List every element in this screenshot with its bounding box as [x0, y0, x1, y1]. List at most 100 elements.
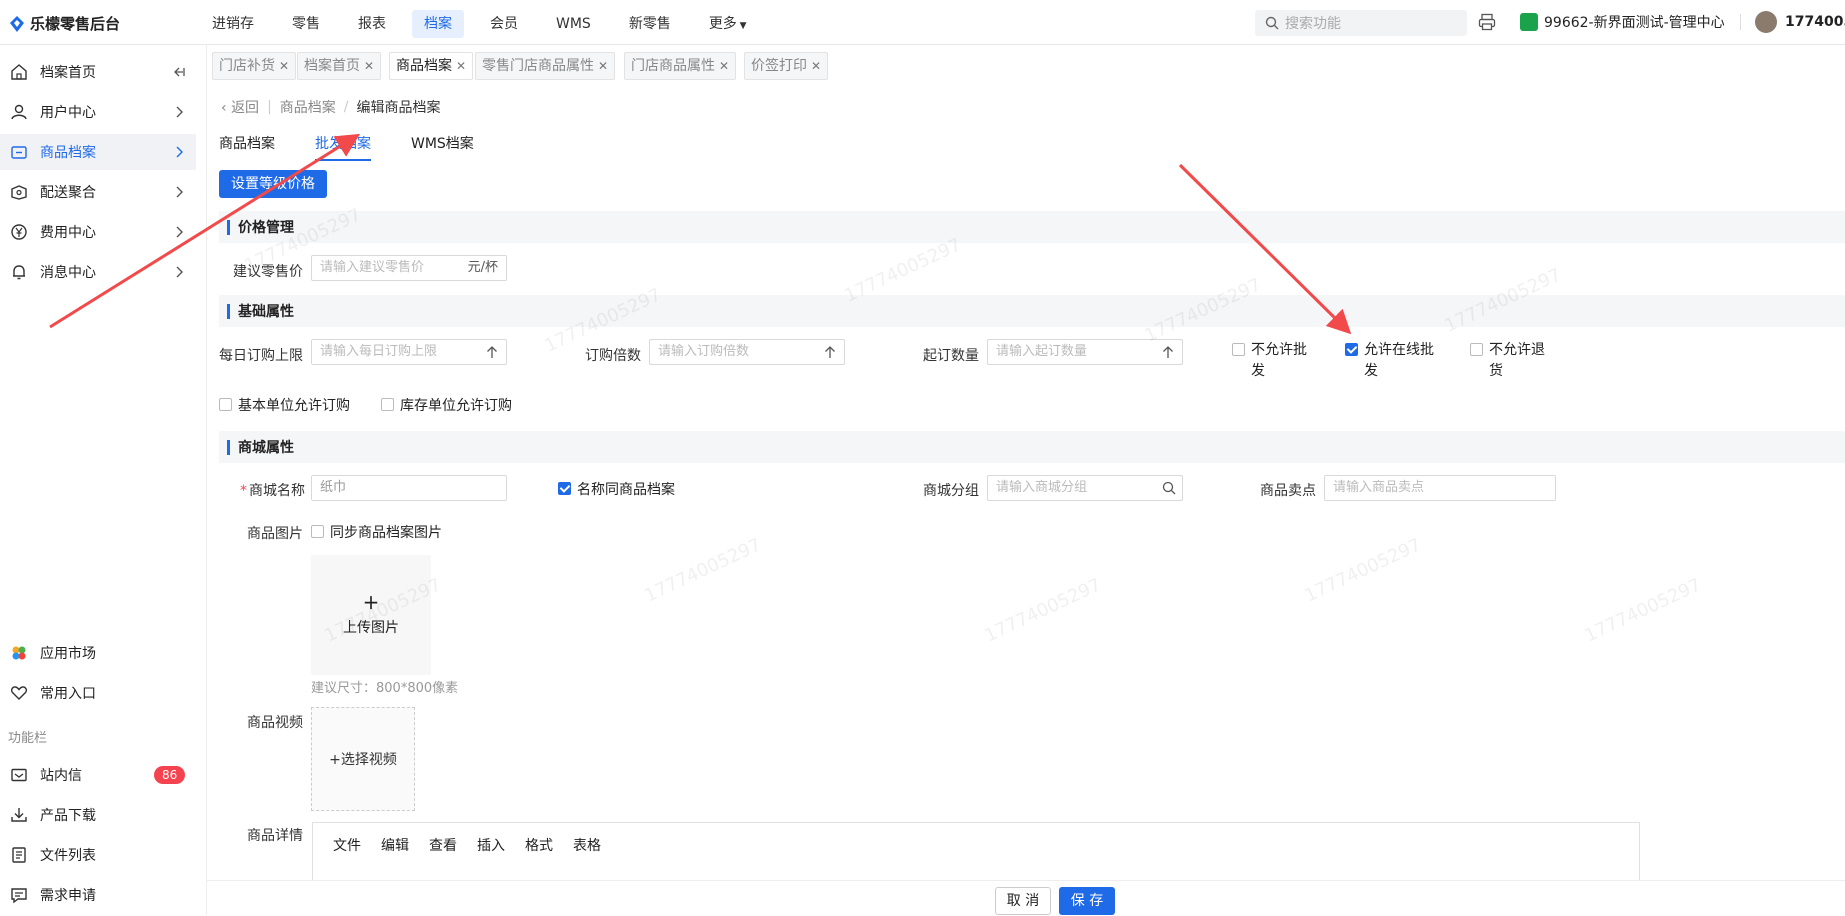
app-market-icon: [12, 646, 26, 660]
store-switcher[interactable]: 99662-新界面测试-管理中心: [1520, 12, 1725, 32]
min-qty-input[interactable]: 请输入起订数量: [987, 339, 1183, 365]
save-button[interactable]: 保 存: [1059, 887, 1115, 915]
editor-menu-view[interactable]: 查看: [429, 835, 457, 855]
nav-item-inventory[interactable]: 进销存: [200, 10, 266, 38]
editor-menu-insert[interactable]: 插入: [477, 835, 505, 855]
sidebar-item-download[interactable]: 产品下载: [0, 797, 196, 833]
breadcrumb-parent[interactable]: 商品档案: [280, 97, 336, 117]
rich-text-editor[interactable]: 文件 编辑 查看 插入 格式 表格: [312, 822, 1640, 883]
download-icon: [11, 808, 27, 822]
editor-menu-file[interactable]: 文件: [333, 835, 361, 855]
upload-image-button[interactable]: + 上传图片: [311, 555, 431, 675]
logo-text: 乐檬零售后台: [30, 15, 121, 33]
sidebar-item-expense[interactable]: 费用中心: [0, 214, 196, 250]
sidebar-item-inbox[interactable]: 站内信 86: [0, 757, 196, 793]
order-multiple-input[interactable]: 请输入订购倍数: [649, 339, 845, 365]
sidebar-item-label: 消息中心: [40, 265, 96, 281]
nav-item-member[interactable]: 会员: [478, 10, 530, 38]
nav-item-wms[interactable]: WMS: [544, 10, 603, 38]
collapse-sidebar-icon[interactable]: [172, 65, 186, 79]
nav-more-label: 更多: [708, 16, 737, 32]
same-name-checkbox[interactable]: 名称同商品档案: [558, 479, 675, 499]
yen-icon: [11, 224, 27, 240]
plus-icon: +: [362, 590, 380, 614]
nav-item-reports[interactable]: 报表: [346, 10, 398, 38]
cancel-button[interactable]: 取 消: [995, 887, 1051, 915]
search-icon: [1162, 481, 1176, 495]
close-icon[interactable]: ✕: [811, 59, 821, 73]
suggested-price-input[interactable]: 请输入建议零售价 元/杯: [311, 255, 507, 281]
close-icon[interactable]: ✕: [279, 59, 289, 73]
order-multiple-label: 订购倍数: [585, 348, 641, 364]
sidebar-item-app-market[interactable]: 应用市场: [0, 635, 196, 671]
page-tab-product-archive[interactable]: 商品档案 ✕: [389, 52, 474, 80]
tab-label: 门店补货: [219, 58, 275, 74]
nav-item-retail[interactable]: 零售: [280, 10, 332, 38]
chevron-left-icon: ‹: [221, 100, 232, 116]
sync-image-checkbox[interactable]: 同步商品档案图片: [311, 522, 442, 542]
mall-name-input[interactable]: 纸巾: [311, 475, 507, 501]
user-icon: [11, 104, 27, 120]
subtab-wms-archive[interactable]: WMS档案: [411, 133, 474, 161]
sidebar-item-request[interactable]: 需求申请: [0, 877, 196, 913]
page-tab-archive-home[interactable]: 档案首页 ✕: [297, 52, 382, 80]
main-nav: 进销存 零售 报表 档案 会员 WMS 新零售 更多 ▼: [200, 10, 759, 38]
close-icon[interactable]: ✕: [456, 59, 466, 73]
request-icon: [11, 888, 27, 904]
nav-item-new-retail[interactable]: 新零售: [617, 10, 683, 38]
sidebar-item-product-archive[interactable]: 商品档案: [0, 134, 196, 170]
select-video-button[interactable]: +选择视频: [311, 707, 415, 811]
mall-group-input[interactable]: 请输入商城分组: [987, 475, 1183, 501]
search-box[interactable]: 搜索功能: [1255, 10, 1467, 36]
subtab-product-archive[interactable]: 商品档案: [219, 133, 275, 161]
archive-subtabs: 商品档案 批发档案 WMS档案: [219, 133, 474, 161]
sidebar-item-user-center[interactable]: 用户中心: [0, 94, 196, 130]
editor-menu: 文件 编辑 查看 插入 格式 表格: [333, 835, 601, 855]
editor-menu-format[interactable]: 格式: [525, 835, 553, 855]
printer-icon[interactable]: [1478, 13, 1496, 31]
sidebar-item-favorites[interactable]: 常用入口: [0, 675, 196, 711]
page-tab-replenish[interactable]: 门店补货 ✕: [212, 52, 297, 80]
price-unit: 元/杯: [467, 260, 498, 275]
product-detail-label: 商品详情: [247, 828, 303, 844]
page-tab-store-attr[interactable]: 门店商品属性 ✕: [624, 52, 737, 80]
checkbox-label: 名称同商品档案: [577, 482, 675, 498]
base-unit-order-checkbox[interactable]: 基本单位允许订购: [219, 395, 350, 415]
checkbox-box-checked: [1345, 343, 1358, 356]
no-wholesale-checkbox[interactable]: 不允许批发: [1232, 340, 1312, 382]
product-video-label: 商品视频: [247, 715, 303, 731]
user-menu[interactable]: 1774005: [1755, 11, 1845, 33]
no-return-checkbox[interactable]: 不允许退货: [1470, 340, 1550, 382]
chevron-right-icon: [176, 146, 183, 158]
back-link[interactable]: ‹ 返回: [221, 97, 259, 117]
store-name: 99662-新界面测试-管理中心: [1544, 15, 1725, 31]
checkbox-label: 不允许批发: [1251, 342, 1307, 379]
order-multiple-placeholder: 请输入订购倍数: [658, 344, 750, 359]
close-icon[interactable]: ✕: [719, 59, 729, 73]
subtab-wholesale-archive[interactable]: 批发档案: [315, 133, 371, 161]
nav-item-more[interactable]: 更多 ▼: [697, 10, 759, 38]
set-level-price-button[interactable]: 设置等级价格: [219, 170, 327, 198]
sidebar-item-message[interactable]: 消息中心: [0, 254, 196, 290]
nav-item-archive[interactable]: 档案: [412, 10, 464, 38]
page-tab-retail-store-attr[interactable]: 零售门店商品属性 ✕: [475, 52, 616, 80]
arrow-up-icon: [825, 346, 835, 358]
sidebar-item-label: 档案首页: [40, 65, 96, 81]
page-tab-label-print[interactable]: 价签打印 ✕: [744, 52, 829, 80]
sidebar-item-file-list[interactable]: 文件列表: [0, 837, 196, 873]
close-icon[interactable]: ✕: [598, 59, 608, 73]
stock-unit-order-checkbox[interactable]: 库存单位允许订购: [381, 395, 512, 415]
unread-badge: 86: [154, 766, 186, 784]
logo[interactable]: 乐檬零售后台: [10, 13, 120, 34]
chevron-right-icon: [176, 226, 183, 238]
close-icon[interactable]: ✕: [364, 59, 374, 73]
editor-menu-table[interactable]: 表格: [573, 835, 601, 855]
selling-point-input[interactable]: 请输入商品卖点: [1324, 475, 1556, 501]
editor-menu-edit[interactable]: 编辑: [381, 835, 409, 855]
sidebar-item-archive-home[interactable]: 档案首页: [0, 54, 196, 90]
sidebar-item-label: 常用入口: [40, 686, 96, 702]
daily-limit-input[interactable]: 请输入每日订购上限: [311, 339, 507, 365]
sidebar-item-delivery[interactable]: 配送聚合: [0, 174, 196, 210]
product-image-label: 商品图片: [247, 526, 303, 542]
allow-online-wholesale-checkbox[interactable]: 允许在线批发: [1345, 340, 1445, 382]
